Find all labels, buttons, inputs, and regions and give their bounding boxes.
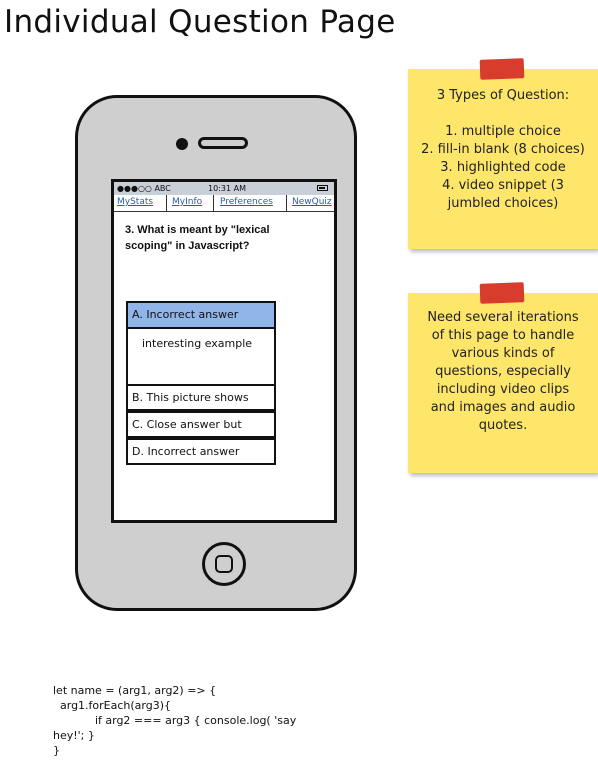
note-text: Need several iterations of this page to … [427, 310, 579, 433]
sticky-note-iterations: Need several iterations of this page to … [408, 282, 598, 473]
code-line: hey!'; } [53, 729, 95, 742]
answer-a-detail: interesting example [142, 337, 253, 350]
note-item: 2. fill-in blank (8 choices) [421, 142, 585, 157]
tape-icon [479, 58, 525, 80]
answer-a-option[interactable]: A. Incorrect answer [128, 303, 274, 329]
code-line: } [53, 744, 60, 757]
note-item: 1. multiple choice [445, 124, 561, 139]
home-square-icon [215, 555, 233, 573]
nav-link-myinfo[interactable]: MyInfo [172, 197, 202, 207]
code-line: if arg2 === arg3 { console.log( 'say [53, 714, 297, 727]
answer-a-panel[interactable]: A. Incorrect answer interesting example [126, 301, 276, 391]
answer-d-option[interactable]: D. Incorrect answer [126, 438, 276, 465]
page-title: Individual Question Page [4, 4, 396, 40]
question-text: 3. What is meant by "lexical scoping" in… [125, 224, 270, 252]
status-time: 10:31 AM [208, 184, 246, 193]
nav-divider [166, 195, 167, 211]
nav-bar: MyStats MyInfo Preferences NewQuiz [114, 195, 334, 212]
answer-c-option[interactable]: C. Close answer but [126, 411, 276, 438]
code-line: arg1.forEach(arg3){ [53, 699, 172, 712]
code-snippet: let name = (arg1, arg2) => { arg1.forEac… [53, 683, 353, 758]
nav-divider [213, 195, 214, 211]
phone-mockup: ●●●○○ ABC 10:31 AM MyStats MyInfo Prefer… [75, 95, 357, 611]
camera-dot [176, 138, 188, 150]
sticky-note-question-types: 3 Types of Question: 1. multiple choice … [408, 58, 598, 249]
note-heading: 3 Types of Question: [436, 88, 570, 103]
note-item: 4. video snippet (3 jumbled choices) [442, 178, 564, 211]
home-button[interactable] [202, 542, 246, 586]
answer-b-option[interactable]: B. This picture shows [126, 384, 276, 411]
nav-link-mystats[interactable]: MyStats [117, 197, 153, 207]
battery-icon [317, 185, 328, 191]
note-spacer [416, 105, 590, 123]
phone-screen: ●●●○○ ABC 10:31 AM MyStats MyInfo Prefer… [111, 179, 337, 523]
note-item: 3. highlighted code [440, 160, 566, 175]
tape-icon [479, 282, 525, 304]
nav-divider [286, 195, 287, 211]
carrier-signal: ●●●○○ ABC [117, 184, 171, 193]
speaker-grille [198, 137, 248, 149]
nav-link-newquiz[interactable]: NewQuiz [292, 197, 332, 207]
nav-link-preferences[interactable]: Preferences [220, 197, 273, 207]
code-line: let name = (arg1, arg2) => { [53, 684, 217, 697]
status-bar: ●●●○○ ABC 10:31 AM [114, 182, 334, 195]
